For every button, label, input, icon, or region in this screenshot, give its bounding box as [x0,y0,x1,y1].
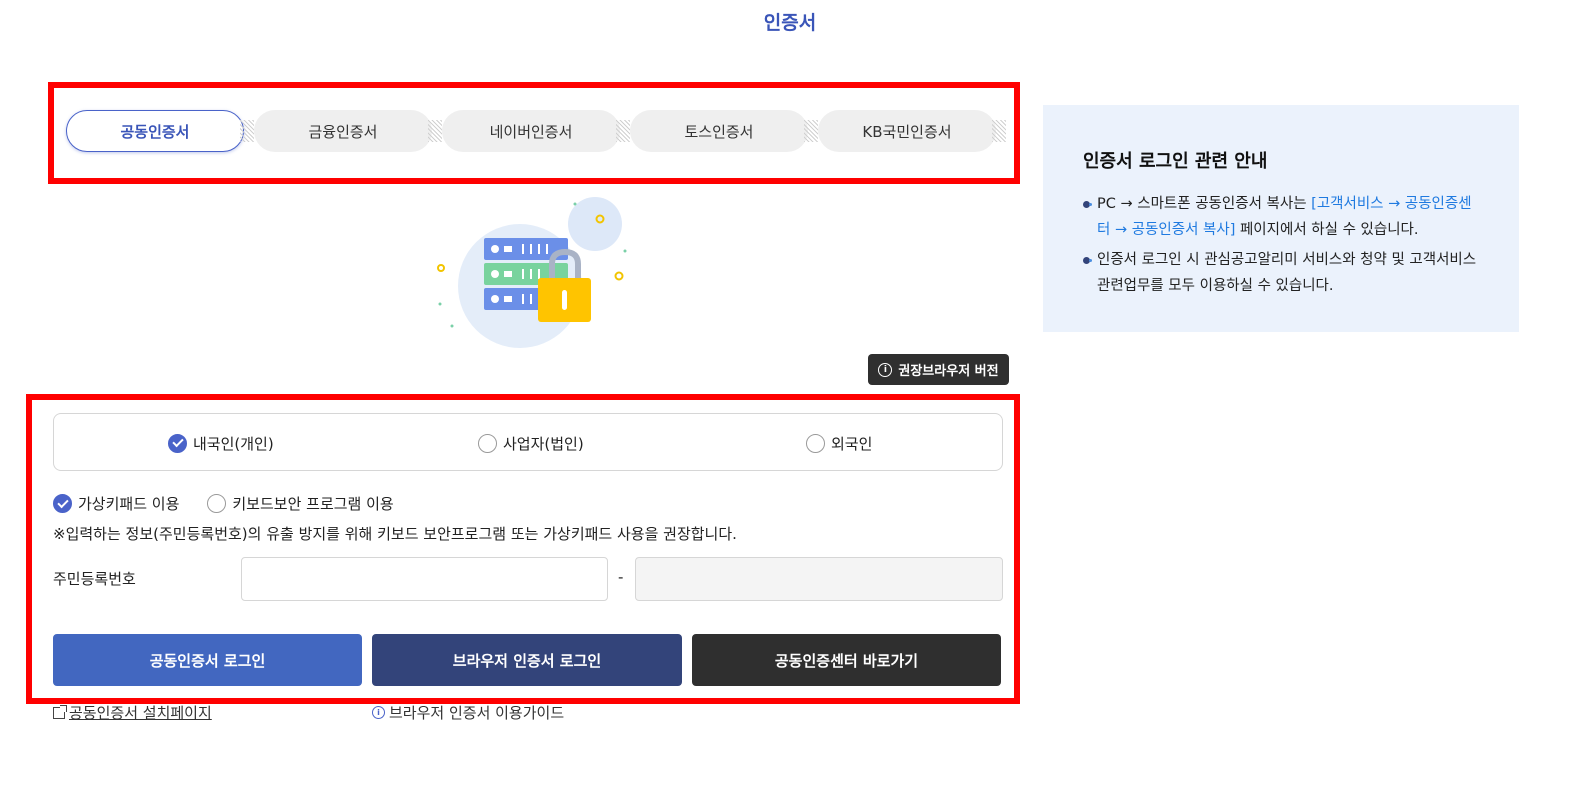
radio-icon[interactable] [207,494,227,513]
page-title: 인증서 [763,12,817,34]
bullet-icon [1083,201,1092,208]
keypad-options: 가상키패드 이용 키보드보안 프로그램 이용 [53,493,394,514]
guide-item-text: 페이지에서 하실 수 있습니다. [1235,222,1419,238]
tab-joint-certificate[interactable]: 공동인증서 [66,110,254,152]
recommended-browser-button[interactable]: i 권장브라우저 버전 [868,354,1009,385]
guide-item: 인증서 로그인 시 관심공고알리미 서비스와 청약 및 고객서비스 관련업무를 … [1083,247,1479,299]
user-type-label: 외국인 [831,434,873,453]
browser-cert-login-button[interactable]: 브라우저 인증서 로그인 [372,634,682,686]
guide-item: PC → 스마트폰 공동인증서 복사는 [고객서비스 → 공동인증센터 → 공동… [1083,191,1479,243]
install-page-label: 공동인증서 설치페이지 [69,704,212,722]
user-type-label: 사업자(법인) [503,434,584,453]
info-icon: i [372,706,385,719]
user-type-domestic[interactable]: 내국인(개인) [168,414,274,472]
security-notice: ※입력하는 정보(주민등록번호)의 유출 방지를 위해 키보드 보안프로그램 또… [53,525,737,543]
keypad-option-label: 가상키패드 이용 [78,495,180,513]
info-icon: i [878,362,893,377]
guide-item-text: 인증서 로그인 시 관심공고알리미 서비스와 청약 및 고객서비스 관련업무를 … [1097,252,1477,294]
certificate-tabs: 공동인증서 금융인증서 네이버인증서 토스인증서 KB국민인증서 [66,110,1006,152]
tab-naver-certificate[interactable]: 네이버인증서 [442,110,630,152]
rrn-label: 주민등록번호 [53,570,136,588]
radio-checked-icon[interactable] [53,494,72,513]
recommended-browser-label: 권장브라우저 버전 [898,364,999,379]
user-type-selector: 내국인(개인) 사업자(법인) 외국인 [53,413,1003,471]
rrn-separator: - [618,568,624,586]
tab-toss-certificate[interactable]: 토스인증서 [630,110,818,152]
guide-title: 인증서 로그인 관련 안내 [1083,151,1268,172]
tab-divider [804,120,818,142]
tab-divider [428,120,442,142]
radio-icon[interactable] [478,433,497,453]
rrn-first-input[interactable] [241,557,608,601]
external-link-icon [53,704,67,719]
tab-label: 금융인증서 [254,110,432,152]
browser-guide-label: 브라우저 인증서 이용가이드 [389,704,565,722]
radio-checked-icon[interactable] [168,433,187,453]
keypad-option-label: 키보드보안 프로그램 이용 [232,495,394,513]
server-lock-icon [437,197,627,348]
tab-kb-certificate[interactable]: KB국민인증서 [818,110,1006,152]
radio-icon[interactable] [806,433,825,453]
virtual-keypad-option[interactable]: 가상키패드 이용 [53,493,179,514]
install-page-link[interactable]: 공동인증서 설치페이지 [53,702,212,723]
joint-cert-login-button[interactable]: 공동인증서 로그인 [53,634,362,686]
tab-financial-certificate[interactable]: 금융인증서 [254,110,442,152]
tab-divider [240,120,254,142]
tab-label: 네이버인증서 [442,110,620,152]
user-type-business[interactable]: 사업자(법인) [478,414,584,472]
guide-item-text: PC → 스마트폰 공동인증서 복사는 [1097,196,1312,212]
login-guide-panel: 인증서 로그인 관련 안내 PC → 스마트폰 공동인증서 복사는 [고객서비스… [1043,105,1519,332]
tab-divider [616,120,630,142]
tab-divider [992,120,1006,142]
tab-label: 토스인증서 [630,110,808,152]
rrn-second-input[interactable] [635,557,1003,601]
tab-label: 공동인증서 [66,110,244,152]
user-type-label: 내국인(개인) [193,434,274,453]
browser-guide-link[interactable]: i 브라우저 인증서 이용가이드 [372,702,564,723]
bullet-icon [1083,257,1092,264]
user-type-foreigner[interactable]: 외국인 [806,414,872,472]
tab-label: KB국민인증서 [818,110,996,152]
joint-cert-center-button[interactable]: 공동인증센터 바로가기 [692,634,1001,686]
keyboard-security-option[interactable]: 키보드보안 프로그램 이용 [207,493,394,514]
